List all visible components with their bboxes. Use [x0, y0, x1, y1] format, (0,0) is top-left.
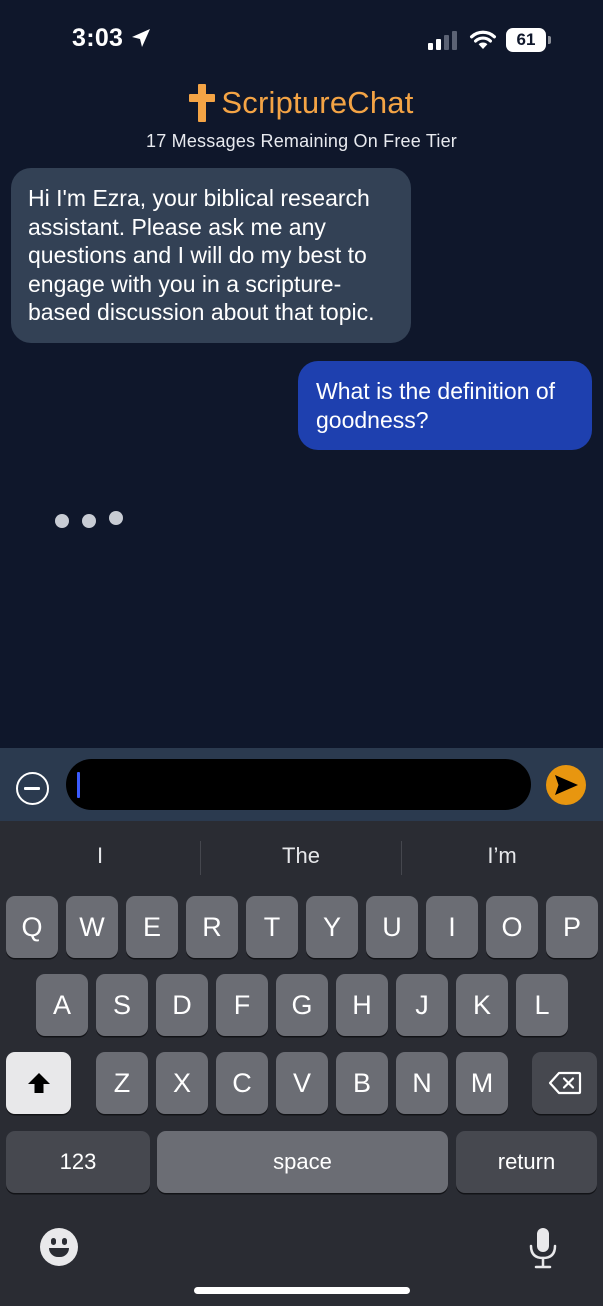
microphone-icon[interactable]	[526, 1226, 560, 1270]
typing-dot	[82, 514, 96, 528]
key-y[interactable]: Y	[306, 896, 358, 958]
key-b[interactable]: B	[336, 1052, 388, 1114]
message-input[interactable]	[66, 759, 531, 810]
typing-dot	[109, 511, 123, 525]
shift-icon	[27, 1073, 50, 1093]
delete-key[interactable]	[532, 1052, 597, 1114]
messages-remaining: 17 Messages Remaining On Free Tier	[146, 131, 457, 151]
location-arrow-icon	[132, 29, 150, 47]
key-j[interactable]: J	[396, 974, 448, 1036]
key-v[interactable]: V	[276, 1052, 328, 1114]
suggestion-3[interactable]: I’m	[402, 843, 602, 869]
key-g[interactable]: G	[276, 974, 328, 1036]
assistant-message: Hi I'm Ezra, your biblical research assi…	[11, 168, 411, 343]
key-s[interactable]: S	[96, 974, 148, 1036]
brand: ScriptureChat	[189, 84, 413, 122]
battery-level: 61	[516, 30, 536, 49]
key-n[interactable]: N	[396, 1052, 448, 1114]
minus-circle-icon[interactable]	[16, 772, 49, 805]
key-e[interactable]: E	[126, 896, 178, 958]
home-indicator	[194, 1287, 410, 1294]
key-x[interactable]: X	[156, 1052, 208, 1114]
key-o[interactable]: O	[486, 896, 538, 958]
numbers-key[interactable]: 123	[6, 1131, 150, 1193]
key-u[interactable]: U	[366, 896, 418, 958]
suggestion-1[interactable]: I	[0, 843, 200, 869]
key-i[interactable]: I	[426, 896, 478, 958]
cellular-signal-icon	[428, 30, 457, 50]
cross-icon	[189, 84, 216, 122]
key-m[interactable]: M	[456, 1052, 508, 1114]
suggestion-bar: I The I’m	[0, 821, 603, 893]
key-l[interactable]: L	[516, 974, 568, 1036]
key-q[interactable]: Q	[6, 896, 58, 958]
status-time: 3:03	[72, 24, 124, 52]
key-t[interactable]: T	[246, 896, 298, 958]
key-p[interactable]: P	[546, 896, 598, 958]
emoji-icon[interactable]	[40, 1228, 78, 1266]
text-cursor	[77, 772, 80, 798]
send-icon	[555, 775, 578, 795]
key-w[interactable]: W	[66, 896, 118, 958]
space-key[interactable]: space	[157, 1131, 448, 1193]
app-title: ScriptureChat	[221, 85, 414, 120]
key-k[interactable]: K	[456, 974, 508, 1036]
key-h[interactable]: H	[336, 974, 388, 1036]
suggestion-2[interactable]: The	[201, 843, 401, 869]
typing-dot	[55, 514, 69, 528]
key-a[interactable]: A	[36, 974, 88, 1036]
status-bar: 3:03 61	[0, 0, 603, 82]
key-c[interactable]: C	[216, 1052, 268, 1114]
key-z[interactable]: Z	[96, 1052, 148, 1114]
send-button[interactable]	[546, 765, 586, 805]
key-r[interactable]: R	[186, 896, 238, 958]
return-key[interactable]: return	[456, 1131, 597, 1193]
key-f[interactable]: F	[216, 974, 268, 1036]
app-header: ScriptureChat 17 Messages Remaining On F…	[0, 84, 603, 152]
keyboard: I The I’m Q W E R T Y U I O P A S D F G …	[0, 821, 603, 1306]
key-d[interactable]: D	[156, 974, 208, 1036]
typing-indicator	[55, 511, 123, 528]
shift-key[interactable]	[6, 1052, 71, 1114]
backspace-icon	[548, 1071, 581, 1095]
battery-icon: 61	[506, 28, 551, 52]
user-message: What is the definition of goodness?	[298, 361, 592, 450]
wifi-icon	[470, 30, 496, 49]
message-composer	[0, 748, 603, 821]
